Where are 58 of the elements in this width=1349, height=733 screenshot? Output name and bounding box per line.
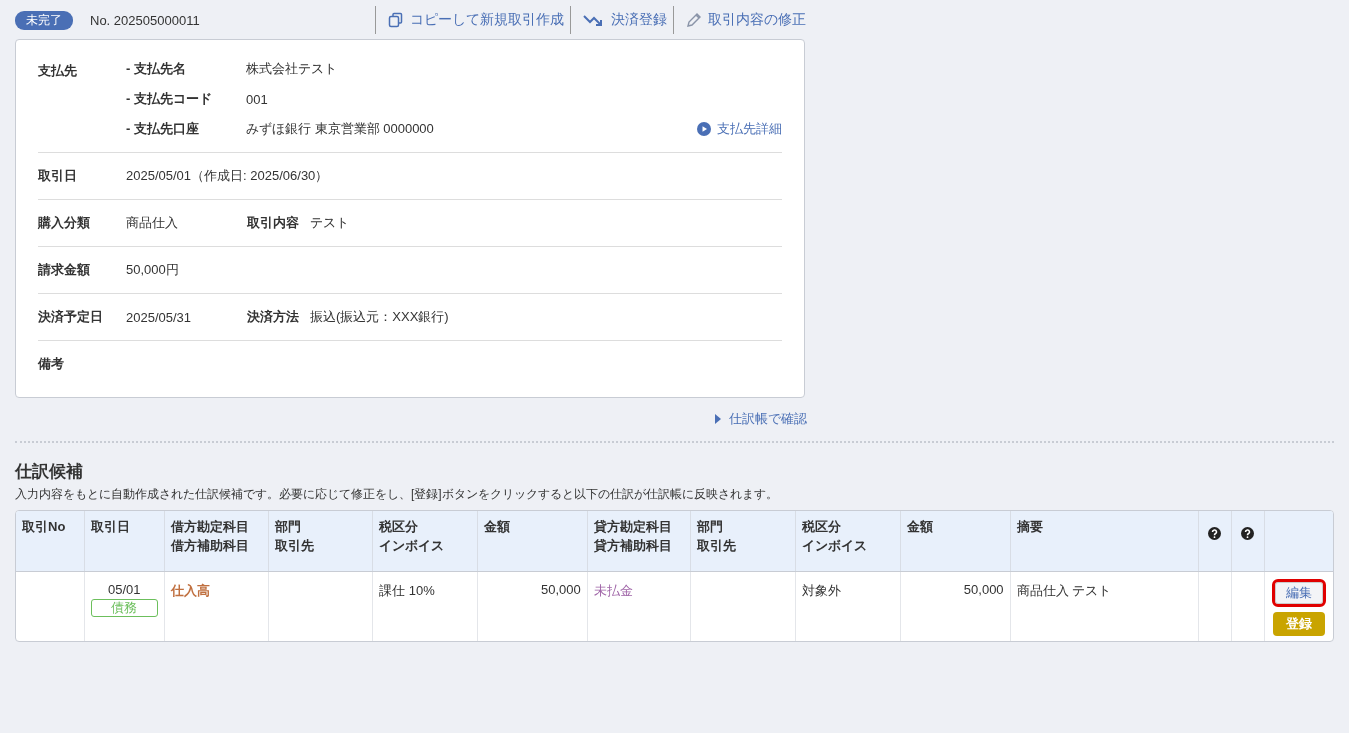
column-header: 取引No (16, 511, 85, 572)
table-cell: 対象外 (795, 571, 901, 641)
field-value: 2025/05/31 (126, 309, 193, 325)
help-icon (1241, 526, 1255, 540)
table-cell: 仕入高 (164, 571, 269, 641)
column-header: 税区分 インボイス (795, 511, 901, 572)
section-title: 仕訳候補 (15, 461, 84, 483)
field-label: 支払先 (38, 62, 78, 80)
field-label: 購入分類 (38, 214, 91, 232)
description-text: 入力内容をもとに自動作成された仕訳候補です。必要に応じて修正をし、[登録]ボタンをクリックすると以下の仕訳が仕訳帳に反映されます。 (15, 486, 779, 503)
field-label: - 支払先口座 (126, 120, 200, 138)
field-label: 備考 (38, 355, 65, 373)
column-header: 部門 取引先 (690, 511, 796, 572)
trend-down-icon (583, 13, 605, 27)
field-label: 決済予定日 (38, 308, 104, 326)
action-link[interactable]: 決済登録 (570, 6, 673, 34)
table-cell: 50,000 (477, 571, 588, 641)
column-header: 借方勘定科目 借方補助科目 (164, 511, 269, 572)
register-button[interactable]: 登録 (1272, 612, 1325, 636)
column-header: 金額 (900, 511, 1011, 572)
field-label: 取引内容 (247, 214, 299, 232)
table-cell: 未払金 (587, 571, 691, 641)
category-tag: 債務 (90, 599, 158, 617)
field-value: テスト (310, 214, 349, 232)
field-value: 50,000円 (126, 261, 180, 279)
edit-button[interactable]: 編集 (1274, 582, 1323, 604)
play-circle-icon (697, 122, 711, 136)
table-cell-text: 05/01 (107, 582, 142, 597)
field-value: 001 (246, 91, 269, 107)
payee-detail-link[interactable]: 支払先詳細 (697, 120, 782, 138)
field-label: 取引日 (38, 167, 78, 185)
field-label: - 支払先コード (126, 90, 213, 108)
column-header: 税区分 インボイス (372, 511, 478, 572)
field-value: 振込(振込元：XXX銀行) (310, 308, 449, 326)
column-header: 取引日 (84, 511, 165, 572)
action-link[interactable]: コピーして新規取引作成 (375, 6, 570, 34)
field-value: みずほ銀行 東京営業部 0000000 (246, 120, 435, 138)
copy-icon (388, 12, 404, 28)
table-cell: 課仕 10% (372, 571, 478, 641)
table-cell: 50,000 (900, 571, 1011, 641)
action-link[interactable]: 取引内容の修正 (673, 6, 812, 34)
field-value: 2025/05/01（作成日: 2025/06/30） (126, 167, 329, 185)
field-label: 請求金額 (38, 261, 91, 279)
field-label: 決済方法 (247, 308, 299, 326)
status-badge: 未完了 (15, 10, 73, 30)
help-icon (1208, 526, 1222, 540)
column-header: 部門 取引先 (268, 511, 373, 572)
column-header: 摘要 (1010, 511, 1199, 572)
triangle-right-icon (714, 414, 722, 424)
field-value: 株式会社テスト (246, 60, 338, 78)
field-value: 商品仕入 (126, 214, 179, 232)
pencil-icon (686, 12, 702, 28)
column-header: 貸方勘定科目 貸方補助科目 (587, 511, 691, 572)
field-label: - 支払先名 (126, 60, 187, 78)
journal-link[interactable]: 仕訳帳で確認 (714, 410, 807, 428)
document-number: No. 202505000011 (90, 12, 200, 28)
table-cell: 商品仕入 テスト (1010, 571, 1199, 641)
column-header: 金額 (477, 511, 588, 572)
